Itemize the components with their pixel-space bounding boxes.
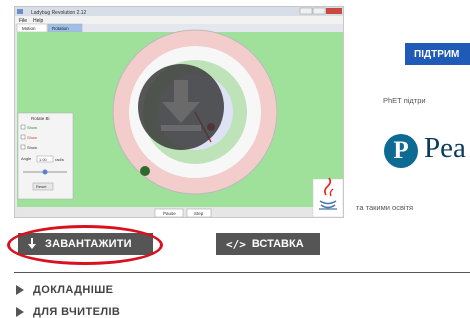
menu-help[interactable]: Help xyxy=(33,18,44,24)
embed-label: ВСТАВКА xyxy=(251,238,304,250)
support-text: PhET підтри xyxy=(383,96,426,105)
download-icon xyxy=(28,238,36,249)
divider xyxy=(14,272,470,273)
speed-unit: rad/s xyxy=(55,157,64,162)
code-icon: </> xyxy=(226,237,246,251)
java-logo-icon xyxy=(312,177,343,217)
section-for-teachers[interactable]: ДЛЯ ВЧИТЕЛІВ xyxy=(16,306,120,318)
speed-label: Angle xyxy=(21,156,32,161)
screenshot-image: Ladybug Revolution 2.12 File Help Motion… xyxy=(15,7,343,217)
option-checkbox-2[interactable] xyxy=(20,134,26,140)
support-label: ПІДТРИМ xyxy=(414,48,460,60)
option-label-2: Show xyxy=(27,135,37,140)
section-for-teachers-label: ДЛЯ ВЧИТЕЛІВ xyxy=(33,306,121,318)
app-icon xyxy=(17,9,23,14)
pearson-logo-letter: P xyxy=(393,137,409,164)
speed-value: 1.00 xyxy=(39,157,48,162)
beetle[interactable] xyxy=(140,166,150,176)
window-title: Ladybug Revolution 2.12 xyxy=(31,10,87,16)
tab-rotation-label: Rotation xyxy=(52,26,69,31)
minimize-button[interactable] xyxy=(299,7,313,15)
step-label: Step xyxy=(194,211,204,216)
pause-label: Pause xyxy=(163,211,176,216)
section-more-info-label: ДОКЛАДНІШЕ xyxy=(33,284,114,296)
expand-triangle-icon xyxy=(16,307,24,317)
support-button[interactable]: ПІДТРИМ xyxy=(405,43,470,65)
option-checkbox-3[interactable] xyxy=(20,144,26,150)
embed-button[interactable]: </> ВСТАВКА xyxy=(216,233,320,255)
tab-motion-label: Motion xyxy=(22,26,36,31)
section-more-info[interactable]: ДОКЛАДНІШЕ xyxy=(16,284,113,296)
simulation-page: Ladybug Revolution 2.12 File Help Motion… xyxy=(0,0,470,318)
maximize-button[interactable] xyxy=(312,7,326,15)
expand-triangle-icon xyxy=(16,285,24,295)
download-button[interactable]: ЗАВАНТАЖИТИ xyxy=(18,233,153,255)
simulation-screenshot[interactable]: Ladybug Revolution 2.12 File Help Motion… xyxy=(14,6,344,218)
pearson-logo-icon[interactable]: P xyxy=(384,134,418,168)
download-label: ЗАВАНТАЖИТИ xyxy=(45,238,132,250)
sponsor-name[interactable]: Pea xyxy=(424,132,466,165)
speed-slider-thumb[interactable] xyxy=(42,169,48,175)
option-label-1: Show xyxy=(27,125,37,130)
panel-title: Rotate Bi xyxy=(31,116,50,121)
other-sponsors-text: та такими освітя xyxy=(356,203,414,212)
option-label-3: Show xyxy=(27,145,37,150)
option-checkbox-1[interactable] xyxy=(20,124,26,130)
menu-file[interactable]: File xyxy=(19,18,27,24)
reset-label: Reset xyxy=(36,184,47,189)
close-button[interactable] xyxy=(326,8,342,14)
